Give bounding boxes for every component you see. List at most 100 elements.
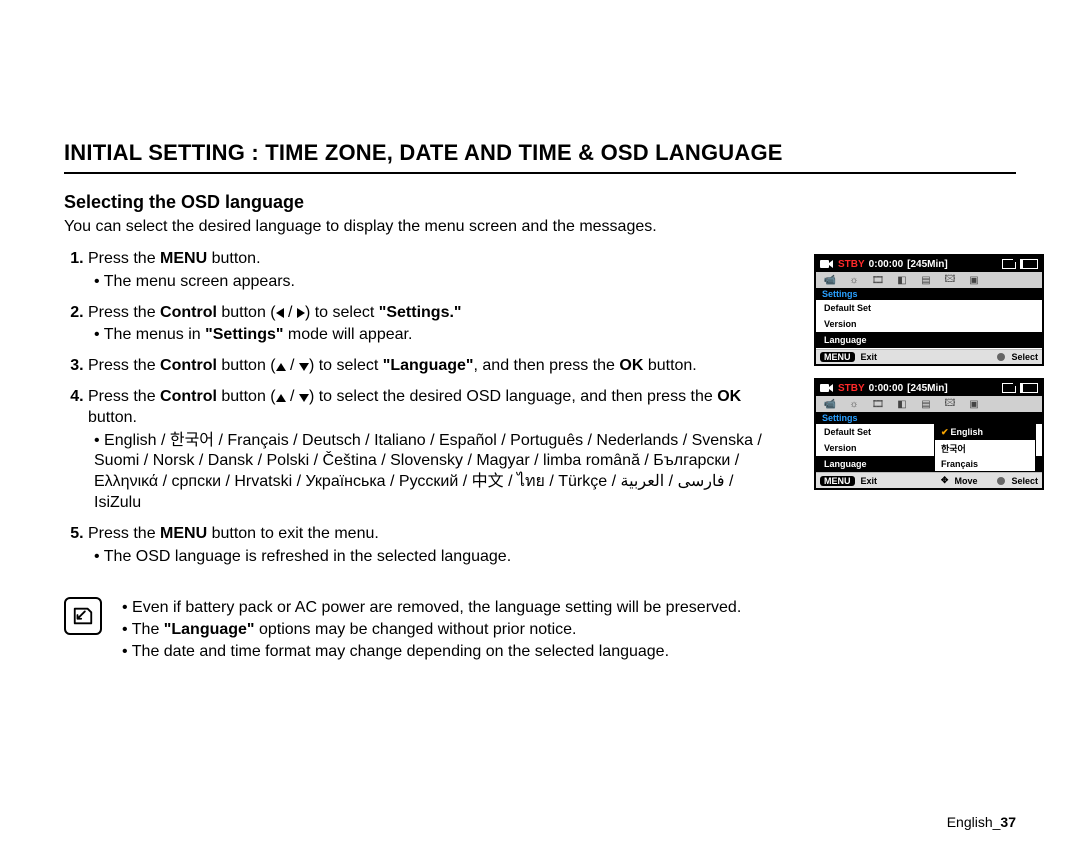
tab-icon-5b: ▤ [918,398,934,410]
step-4: Press the Control button ( / ) to select… [88,387,768,514]
control-keyword-2: Control [160,357,217,374]
tab-icon-4: ◧ [894,274,910,286]
step-2: Press the Control button ( / ) to select… [88,303,768,347]
osd2-stby-label: STBY [838,383,865,394]
osd1-tabbar: 📹 ☼ 🎞 ◧ ▤ 🖾 ▣ [816,272,1042,288]
control-keyword-3: Control [160,388,217,405]
osd-remaining: [245Min] [907,259,948,270]
card-icon [1002,259,1016,269]
tab-picture-icon: 🖾 [942,274,958,286]
osd2-select-label: Select [1011,476,1038,486]
page-title: INITIAL SETTING : TIME ZONE, DATE AND TI… [64,140,1016,174]
note-3: The date and time format may change depe… [122,641,741,663]
step-2-sub-c: mode will appear. [283,326,412,343]
osd2-tabbar: 📹 ☼ 🎞 ◧ ▤ 🖾 ▣ [816,396,1042,412]
tab-picture-icon-2: 🖾 [942,398,958,410]
up-arrow-icon-2 [276,394,286,402]
checkmark-icon: ✔ [941,427,949,437]
language-keyword-2: "Language" [164,621,255,638]
step-2-sub-a: The menus in [104,326,205,343]
left-arrow-icon [276,308,284,318]
osd1-body: Default Set Version Language [816,300,1042,349]
osd1-item-version: Version [816,316,1042,332]
osd2-popup-english: ✔English [935,425,1035,440]
step-2-text-d: ) to select [305,304,379,321]
step-3-text-d: ) to select [309,357,383,374]
osd2-section-label: Settings [816,412,1042,424]
step-2-text-c: button ( [217,304,276,321]
step-5-text-a: Press the [88,525,160,542]
tab-icon-7b: ▣ [966,398,982,410]
osd-screenshots: STBY 0:00:00 [245Min] 📹 ☼ 🎞 ◧ ▤ 🖾 ▣ Sett… [814,254,1044,502]
step-1-text-c: button. [207,250,260,267]
camcorder-icon [820,258,834,270]
osd-time: 0:00:00 [869,259,903,270]
step-2-text-a: Press the [88,304,160,321]
osd2-move-label: Move [954,476,977,486]
osd1-topbar: STBY 0:00:00 [245Min] [816,256,1042,272]
step-1-sub: The menu screen appears. [94,272,768,293]
tab-icon-5: ▤ [918,274,934,286]
note-list: Even if battery pack or AC power are rem… [122,597,741,662]
note-2-c: options may be changed without prior not… [255,621,577,638]
menu-keyword: MENU [160,250,207,267]
step-3-text-c: button ( [217,357,276,374]
right-arrow-icon [297,308,305,318]
osd2-exit-label: Exit [861,476,878,486]
osd1-select-dot-icon [997,353,1005,361]
tab-camera-icon-2: 📹 [822,398,838,410]
osd1-footer: MENU Exit Select [816,349,1042,364]
tab-icon-7: ▣ [966,274,982,286]
osd1-menu-pill: MENU [820,352,855,362]
osd1-section-label: Settings [816,288,1042,300]
note-block: Even if battery pack or AC power are rem… [64,597,964,662]
language-keyword: "Language" [383,357,474,374]
step-4-text-f: button. [88,409,137,426]
step-3: Press the Control button ( / ) to select… [88,356,768,377]
note-2: The "Language" options may be changed wi… [122,619,741,641]
osd1-item-language: Language [816,332,1042,348]
battery-icon-2 [1020,383,1038,393]
osd2-menu-pill: MENU [820,476,855,486]
footer-label: English_ [947,814,1001,830]
osd2-language-popup: ✔English 한국어 Français [934,424,1036,472]
step-1-text-a: Press the [88,250,160,267]
ok-keyword-2: OK [717,388,741,405]
footer-page-number: 37 [1000,814,1016,830]
step-4-text-c: button ( [217,388,276,405]
step-3-text-h: button. [643,357,696,374]
osd2-footer: MENU Exit ✥ Move Select [816,472,1042,488]
step-4-text-a: Press the [88,388,160,405]
control-keyword: Control [160,304,217,321]
ok-keyword: OK [619,357,643,374]
section-subtitle: Selecting the OSD language [64,192,1016,213]
note-1: Even if battery pack or AC power are rem… [122,597,741,619]
step-2-sub: The menus in "Settings" mode will appear… [94,325,768,346]
tab-film-icon-2: 🎞 [870,398,886,410]
step-1: Press the MENU button. The menu screen a… [88,249,768,293]
tab-sun-icon: ☼ [846,274,862,286]
steps-list: Press the MENU button. The menu screen a… [64,249,768,567]
step-3-text-f: , and then press the [474,357,620,374]
tab-sun-icon-2: ☼ [846,398,862,410]
camcorder-icon-2 [820,382,834,394]
osd1-select-label: Select [1011,352,1038,362]
tab-film-icon: 🎞 [870,274,886,286]
osd2-time: 0:00:00 [869,383,903,394]
osd2-remaining: [245Min] [907,383,948,394]
step-5: Press the MENU button to exit the menu. … [88,524,768,568]
settings-keyword: "Settings." [379,304,462,321]
battery-icon [1020,259,1038,269]
step-5-sub: The OSD language is refreshed in the sel… [94,547,768,568]
osd1-exit-label: Exit [861,352,878,362]
osd2-topbar: STBY 0:00:00 [245Min] [816,380,1042,396]
osd2-popup-english-label: English [951,427,984,437]
tab-icon-4b: ◧ [894,398,910,410]
osd-screenshot-2: STBY 0:00:00 [245Min] 📹 ☼ 🎞 ◧ ▤ 🖾 ▣ Sett… [814,378,1044,490]
osd2-select-dot-icon [997,477,1005,485]
intro-text: You can select the desired language to d… [64,217,1016,237]
step-3-text-a: Press the [88,357,160,374]
osd1-item-default-set: Default Set [816,300,1042,316]
tab-camera-icon: 📹 [822,274,838,286]
osd-screenshot-1: STBY 0:00:00 [245Min] 📹 ☼ 🎞 ◧ ▤ 🖾 ▣ Sett… [814,254,1044,366]
